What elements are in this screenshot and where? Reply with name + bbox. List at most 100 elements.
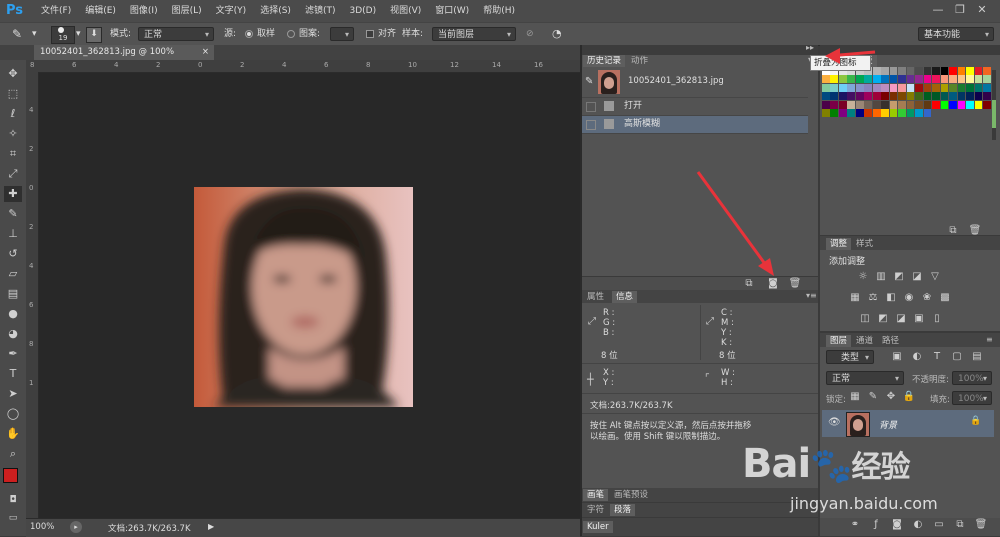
color-swatch[interactable] [932, 83, 940, 92]
document-image[interactable] [194, 187, 413, 407]
color-swatch[interactable] [906, 67, 915, 75]
menu-item[interactable]: 图层(L) [165, 0, 209, 22]
color-swatch[interactable] [898, 92, 906, 101]
color-swatch[interactable] [906, 100, 915, 109]
color-swatch[interactable] [940, 100, 949, 109]
color-swatch[interactable] [940, 67, 949, 75]
color-swatch[interactable] [949, 83, 957, 92]
ignore-adjustment-layers-icon[interactable]: ⊘ [526, 23, 534, 45]
brightness-contrast-icon[interactable]: ☼ [856, 270, 870, 284]
layer-visibility-eye-icon[interactable]: 👁 [828, 417, 841, 428]
new-adjustment-layer-icon[interactable]: ◐ [911, 518, 925, 532]
gradient-map-icon[interactable]: ▯ [930, 312, 944, 326]
tool-preset-chevron-icon[interactable]: ▾ [32, 23, 37, 45]
color-swatch[interactable] [923, 75, 932, 84]
color-swatch[interactable] [974, 75, 983, 84]
source-sampled-radio[interactable] [245, 30, 253, 38]
healing-brush-tool-icon[interactable]: ✚ [4, 186, 22, 202]
tab-adjustments[interactable]: 调整 [826, 238, 852, 250]
sample-select[interactable]: 当前图层 [432, 27, 516, 42]
link-layers-icon[interactable]: ⚭ [848, 518, 862, 532]
menu-item[interactable]: 3D(D) [342, 0, 383, 22]
zoom-level[interactable]: 100% [30, 522, 54, 532]
color-swatch[interactable] [949, 75, 957, 84]
clone-stamp-tool-icon[interactable]: ✎ [12, 23, 22, 45]
eyedropper-tool-icon[interactable]: ⤢ [4, 166, 22, 182]
pen-tool-icon[interactable]: ✒ [4, 346, 22, 362]
filter-adjustment-icon[interactable]: ◐ [910, 350, 924, 364]
workspace-select[interactable]: 基本功能 [918, 27, 994, 42]
color-swatch[interactable] [974, 100, 983, 109]
close-window-button[interactable]: ✕ [974, 2, 990, 18]
toggle-brush-panel-icon[interactable]: ⬇ [86, 27, 102, 43]
blend-mode-select[interactable]: 正常 [826, 371, 904, 386]
color-swatch[interactable] [915, 83, 923, 92]
lock-all-icon[interactable]: 🔒 [902, 390, 916, 404]
type-tool-icon[interactable]: T [4, 366, 22, 382]
filter-smart-object-icon[interactable]: ▤ [970, 350, 984, 364]
invert-icon[interactable]: ◫ [858, 312, 872, 326]
color-swatch[interactable] [906, 75, 915, 84]
color-swatch[interactable] [889, 100, 898, 109]
color-swatch[interactable] [949, 67, 957, 75]
color-swatch[interactable] [889, 92, 898, 101]
hue-saturation-icon[interactable]: ▦ [848, 291, 862, 305]
tab-actions[interactable]: 动作 [627, 55, 652, 67]
curves-icon[interactable]: ◩ [892, 270, 906, 284]
crop-tool-icon[interactable]: ⌗ [4, 146, 22, 162]
filter-type-icon[interactable]: T [930, 350, 944, 364]
history-brush-tool-icon[interactable]: ↺ [4, 246, 22, 262]
posterize-icon[interactable]: ◩ [876, 312, 890, 326]
tab-brush-presets[interactable]: 画笔预设 [610, 489, 652, 501]
menu-item[interactable]: 图像(I) [123, 0, 165, 22]
brush-picker-chevron-icon[interactable]: ▾ [76, 23, 81, 45]
color-swatch[interactable] [923, 109, 932, 118]
status-info-icon[interactable]: ▸ [70, 521, 82, 533]
color-swatch[interactable] [966, 75, 974, 84]
rgb-eyedropper-icon[interactable]: ⤢ [588, 316, 596, 327]
color-swatch[interactable] [898, 75, 906, 84]
tab-history[interactable]: 历史记录 [583, 55, 626, 67]
menu-item[interactable]: 选择(S) [253, 0, 298, 22]
color-swatch[interactable] [957, 100, 966, 109]
zoom-tool-icon[interactable]: ⌕ [4, 446, 22, 462]
exposure-icon[interactable]: ◪ [910, 270, 924, 284]
swatch-scrollbar[interactable] [992, 70, 996, 140]
move-tool-icon[interactable]: ✥ [4, 66, 22, 82]
color-swatch[interactable] [906, 92, 915, 101]
color-swatch[interactable] [915, 92, 923, 101]
menu-item[interactable]: 窗口(W) [428, 0, 476, 22]
layer-filter-kind-select[interactable]: 类型 [826, 350, 874, 365]
layer-row-background[interactable]: 👁 背景 🔒 [822, 410, 994, 437]
tab-layers[interactable]: 图层 [826, 335, 852, 347]
menu-item[interactable]: 滤镜(T) [298, 0, 343, 22]
history-brush-source-icon[interactable]: ✎ [585, 76, 593, 87]
color-swatch[interactable] [932, 92, 940, 101]
color-swatch[interactable] [966, 92, 974, 101]
fill-input[interactable]: 100% [952, 391, 992, 406]
tab-paths[interactable]: 路径 [878, 335, 903, 347]
menu-item[interactable]: 视图(V) [383, 0, 428, 22]
blur-tool-icon[interactable]: ● [4, 306, 22, 322]
tab-info[interactable]: 信息 [612, 291, 638, 303]
color-swatch[interactable] [966, 67, 974, 75]
color-swatch[interactable] [898, 100, 906, 109]
color-swatch[interactable] [889, 109, 898, 118]
tab-styles[interactable]: 样式 [852, 238, 877, 250]
color-swatch[interactable] [932, 100, 940, 109]
color-swatch[interactable] [923, 83, 932, 92]
color-swatch[interactable] [983, 92, 991, 101]
color-swatch[interactable] [915, 100, 923, 109]
lock-transparent-icon[interactable]: ▦ [848, 390, 862, 404]
menu-item[interactable]: 文件(F) [34, 0, 78, 22]
quick-selection-tool-icon[interactable]: ✧ [4, 126, 22, 142]
color-swatch[interactable] [898, 67, 906, 75]
color-swatch[interactable] [906, 83, 915, 92]
color-swatch[interactable] [889, 75, 898, 84]
shape-tool-icon[interactable]: ◯ [4, 406, 22, 422]
tab-properties[interactable]: 属性 [583, 291, 608, 303]
color-swatch[interactable] [966, 100, 974, 109]
color-swatch[interactable] [949, 100, 957, 109]
color-swatch[interactable] [940, 83, 949, 92]
tab-kuler[interactable]: Kuler [583, 521, 613, 533]
